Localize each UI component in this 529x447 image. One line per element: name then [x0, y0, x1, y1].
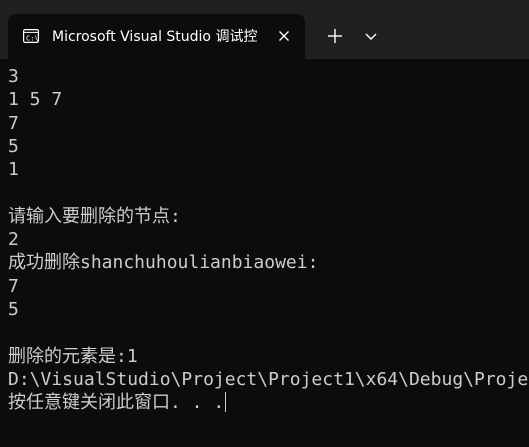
chevron-down-icon[interactable]: [361, 26, 381, 46]
console-line: 5: [8, 298, 19, 320]
console-line: 请输入要删除的节点:: [8, 205, 181, 227]
console-line: 删除的元素是:1: [8, 345, 138, 367]
console-line: 7: [8, 275, 19, 297]
prompt-line: 按任意键关闭此窗口. . .: [8, 391, 529, 414]
text-cursor: [225, 392, 227, 413]
console-line: D:\VisualStudio\Project\Project1\x64\Deb…: [8, 368, 529, 390]
console-line: 5: [8, 135, 19, 157]
console-line: 1: [8, 159, 19, 181]
plus-icon[interactable]: [323, 24, 347, 48]
prompt-text: 按任意键关闭此窗口. . .: [8, 392, 225, 414]
title-bar: C:\ Microsoft Visual Studio 调试控: [0, 0, 529, 59]
console-line: 1 5 7: [8, 89, 63, 111]
close-icon[interactable]: [276, 28, 292, 44]
svg-text:C:\: C:\: [26, 35, 39, 43]
terminal-icon: C:\: [23, 29, 39, 43]
console-line: 3: [8, 66, 19, 87]
console-line: 2: [8, 229, 19, 251]
tab-debug-console[interactable]: C:\ Microsoft Visual Studio 调试控: [8, 14, 305, 59]
console-line: 7: [8, 112, 19, 134]
terminal-window: C:\ Microsoft Visual Studio 调试控 3 1 5 7 …: [0, 0, 529, 447]
console-line: 成功删除shanchuhoulianbiaowei:: [8, 252, 319, 274]
console-output[interactable]: 3 1 5 7 7 5 1 请输入要删除的节点: 2 成功删除shanchuho…: [8, 65, 529, 447]
tab-title: Microsoft Visual Studio 调试控: [52, 29, 258, 45]
